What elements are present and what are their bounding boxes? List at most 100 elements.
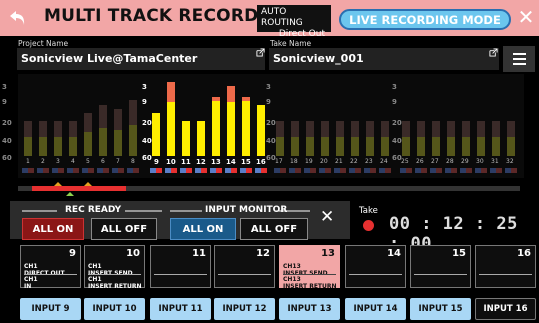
marker-icon bbox=[84, 182, 92, 186]
rec-indicator bbox=[231, 168, 237, 173]
meter-bar bbox=[152, 113, 160, 156]
input-monitor-label: INPUT MONITOR bbox=[205, 205, 288, 215]
meter-bar bbox=[197, 121, 205, 156]
rec-indicator bbox=[310, 168, 316, 173]
meter-bar bbox=[84, 113, 92, 156]
channel-number: 9 bbox=[154, 158, 159, 166]
rec-indicator bbox=[436, 168, 442, 173]
channel-slot-10[interactable]: 10CH1INSERT SENDCH1INSERT RETURN bbox=[84, 245, 145, 290]
meter-bar bbox=[276, 121, 284, 156]
rec-indicator bbox=[385, 168, 391, 173]
meter-bar bbox=[24, 121, 32, 156]
meter-bar bbox=[306, 121, 314, 156]
back-button[interactable] bbox=[4, 4, 32, 32]
rec-ready-all-off-button[interactable]: ALL OFF bbox=[91, 218, 157, 240]
close-icon[interactable]: ✕ bbox=[516, 7, 536, 29]
external-link-icon[interactable] bbox=[489, 48, 498, 57]
channel-slot-13[interactable]: 13CH13INSERT SENDCH13INSERT RETURN bbox=[279, 245, 340, 290]
rec-indicator bbox=[88, 168, 94, 173]
take-name-field[interactable]: Sonicview_001 bbox=[269, 48, 499, 70]
monitor-all-off-button[interactable]: ALL OFF bbox=[240, 218, 308, 240]
project-name-label: Project Name bbox=[18, 39, 69, 48]
external-link-icon[interactable] bbox=[256, 48, 265, 57]
channel-number: 25 bbox=[401, 158, 409, 165]
input-button-10[interactable]: INPUT 10 bbox=[84, 298, 145, 320]
rec-indicator bbox=[28, 168, 34, 173]
rec-ready-label: REC READY bbox=[65, 205, 122, 215]
rec-indicator bbox=[496, 168, 502, 173]
input-button-12[interactable]: INPUT 12 bbox=[214, 298, 275, 320]
slot-return: CH1 IN bbox=[24, 276, 38, 290]
meter-scale-label: 9 bbox=[142, 98, 147, 106]
slot-number: 11 bbox=[192, 248, 206, 259]
channel-slot-12[interactable]: 12 bbox=[214, 245, 275, 288]
rec-ready-all-on-button[interactable]: ALL ON bbox=[22, 218, 84, 240]
input-button-14[interactable]: INPUT 14 bbox=[345, 298, 406, 320]
input-button-15[interactable]: INPUT 15 bbox=[410, 298, 471, 320]
slot-divider bbox=[154, 274, 207, 275]
channel-slot-16[interactable]: 16 bbox=[475, 245, 536, 288]
input-button-16[interactable]: INPUT 16 bbox=[475, 298, 536, 320]
meter-bar bbox=[492, 121, 500, 156]
rec-indicator bbox=[133, 168, 139, 173]
rec-indicator bbox=[511, 168, 517, 173]
meter-bar bbox=[381, 121, 389, 156]
rec-indicator bbox=[103, 168, 109, 173]
channel-slot-9[interactable]: 9CH1DIRECT OUTCH1IN bbox=[20, 245, 81, 290]
rec-indicator bbox=[280, 168, 286, 173]
meter-scale-label: 3 bbox=[392, 83, 397, 91]
slot-divider bbox=[349, 274, 402, 275]
channel-slot-15[interactable]: 15 bbox=[410, 245, 471, 288]
channel-number: 27 bbox=[431, 158, 439, 165]
monitor-all-on-button[interactable]: ALL ON bbox=[170, 218, 236, 240]
meter-bar bbox=[366, 121, 374, 156]
channel-number: 19 bbox=[305, 158, 313, 165]
channel-number: 2 bbox=[41, 158, 45, 165]
slot-divider bbox=[479, 274, 532, 275]
take-name-label: Take Name bbox=[270, 39, 312, 48]
rec-indicator bbox=[186, 168, 192, 173]
channel-slot-14[interactable]: 14 bbox=[345, 245, 406, 288]
meter-bar bbox=[69, 121, 77, 156]
slot-return: CH13 INSERT RETURN bbox=[283, 276, 337, 290]
slot-return: CH1 INSERT RETURN bbox=[88, 276, 142, 290]
close-icon[interactable]: ✕ bbox=[320, 207, 334, 227]
input-button-11[interactable]: INPUT 11 bbox=[150, 298, 211, 320]
channel-number: 3 bbox=[56, 158, 60, 165]
auto-routing-indicator: AUTO ROUTING Direct Out bbox=[257, 5, 331, 39]
rec-indicator bbox=[421, 168, 427, 173]
channel-number: 15 bbox=[241, 158, 251, 166]
channel-number: 13 bbox=[211, 158, 221, 166]
meter-bar bbox=[99, 105, 107, 156]
rec-indicator bbox=[43, 168, 49, 173]
rec-indicator bbox=[246, 168, 252, 173]
input-button-13[interactable]: INPUT 13 bbox=[279, 298, 340, 320]
channel-number: 31 bbox=[491, 158, 499, 165]
meter-bar bbox=[257, 105, 265, 156]
record-indicator-icon bbox=[363, 220, 374, 231]
channel-number: 17 bbox=[275, 158, 283, 165]
slot-number: 13 bbox=[321, 248, 335, 259]
timeline-progress bbox=[32, 186, 126, 191]
meter-bar bbox=[462, 121, 470, 156]
slot-divider bbox=[283, 274, 336, 275]
slot-number: 15 bbox=[452, 248, 466, 259]
take-label: Take bbox=[359, 206, 378, 216]
routing-label: AUTO ROUTING bbox=[261, 7, 303, 28]
project-name-field[interactable]: Sonicview Live@TamaCenter bbox=[17, 48, 265, 70]
meter-bar bbox=[447, 121, 455, 156]
rec-indicator bbox=[466, 168, 472, 173]
meter-scale-label: 60 bbox=[142, 154, 152, 162]
rec-indicator bbox=[58, 168, 64, 173]
meter-scale-label: 40 bbox=[2, 137, 12, 145]
timeline[interactable] bbox=[18, 182, 520, 196]
menu-button[interactable] bbox=[503, 46, 535, 72]
slot-divider bbox=[88, 274, 141, 275]
channel-slot-11[interactable]: 11 bbox=[150, 245, 211, 288]
channel-number: 32 bbox=[506, 158, 514, 165]
channel-number: 16 bbox=[256, 158, 266, 166]
input-button-9[interactable]: INPUT 9 bbox=[20, 298, 81, 320]
meter-bar bbox=[129, 100, 137, 156]
meter-scale-label: 60 bbox=[2, 154, 12, 162]
rec-indicator bbox=[481, 168, 487, 173]
